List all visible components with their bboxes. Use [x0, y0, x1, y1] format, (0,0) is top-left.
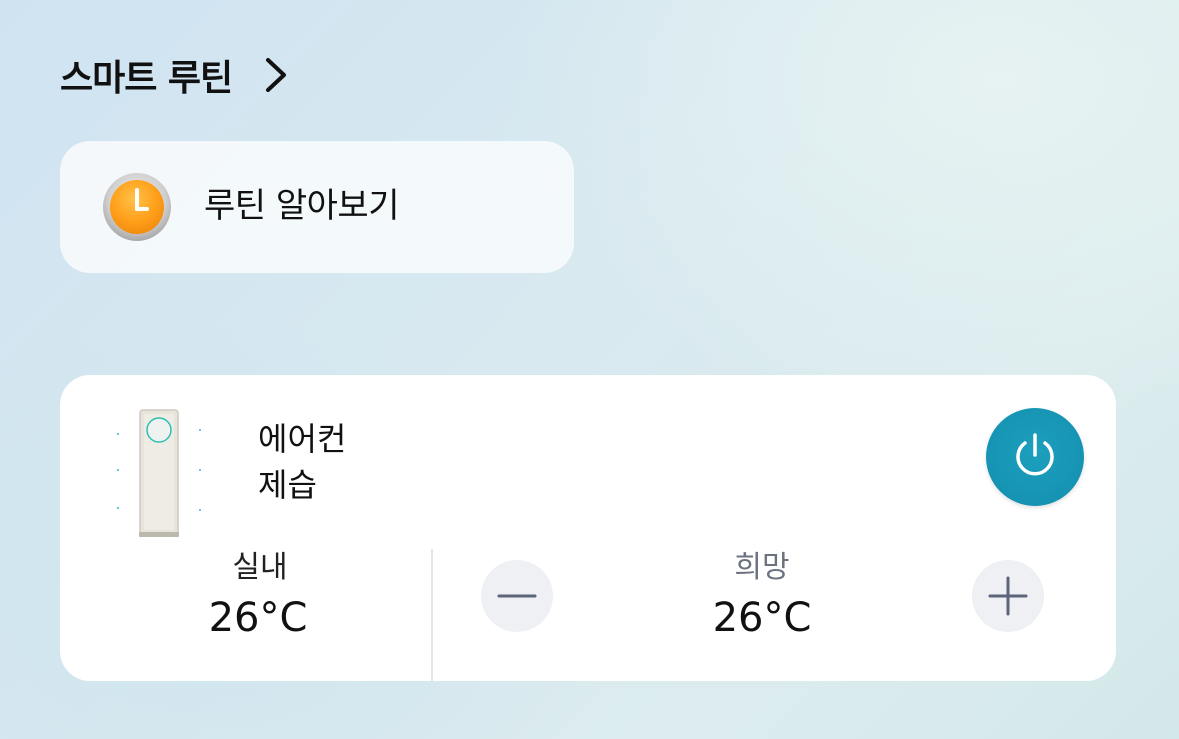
indoor-temperature-value: 26°C [208, 595, 308, 641]
section-title: 스마트 루틴 [60, 58, 233, 99]
indoor-temperature-label: 실내 [232, 550, 288, 585]
increase-temperature-button[interactable] [972, 560, 1044, 632]
device-name: 에어컨 [258, 420, 347, 458]
plus-icon [988, 576, 1028, 616]
air-conditioner-image [117, 409, 201, 537]
target-temperature-value: 26°C [712, 595, 812, 641]
power-button[interactable] [986, 408, 1084, 506]
device-mode: 제습 [258, 466, 317, 504]
minus-icon [497, 594, 537, 598]
target-temperature-label: 희망 [734, 550, 790, 585]
chevron-right-icon [266, 58, 287, 92]
temperature-divider [431, 549, 433, 681]
power-icon [1016, 433, 1054, 476]
routine-intro-label: 루틴 알아보기 [204, 186, 400, 226]
smart-routine-header[interactable]: 스마트 루틴 [60, 48, 290, 102]
clock-icon [103, 173, 171, 241]
decrease-temperature-button[interactable] [481, 560, 553, 632]
